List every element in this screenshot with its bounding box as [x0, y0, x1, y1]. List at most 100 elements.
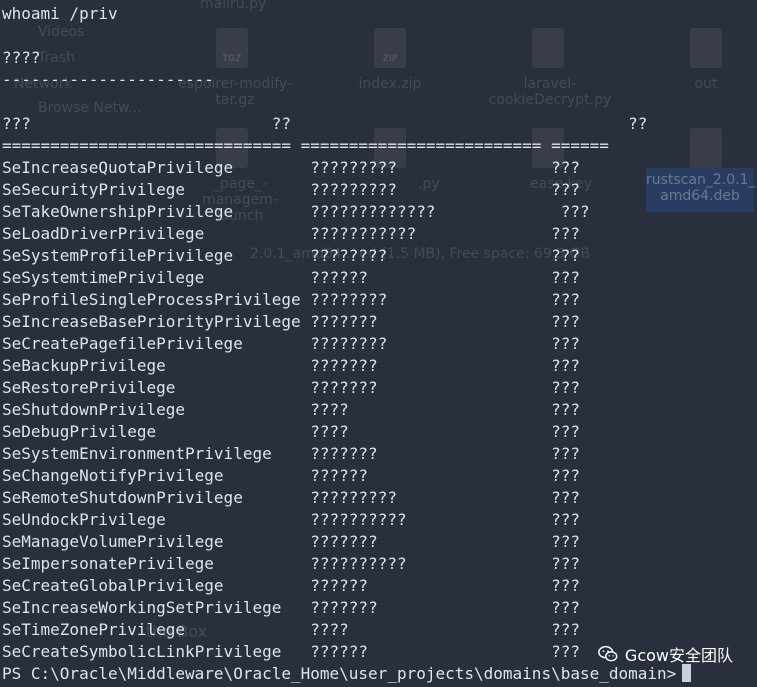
- privilege-state: ???: [551, 268, 580, 287]
- privilege-description: ???????: [310, 378, 378, 397]
- privilege-name: SeIncreaseQuotaPrivilege: [2, 158, 234, 177]
- privilege-state: ???: [551, 312, 580, 331]
- terminal-output[interactable]: whoami /priv ???? ----------------------…: [2, 0, 757, 687]
- privilege-description: ????????: [310, 246, 388, 265]
- prompt-line[interactable]: PS C:\Oracle\Middleware\Oracle_Home\user…: [2, 663, 692, 685]
- column-gap: [301, 312, 311, 331]
- privilege-row: SeTakeOwnershipPrivilege ????????????? ?…: [2, 201, 590, 223]
- privilege-row: SeRestorePrivilege ??????? ???: [2, 377, 580, 399]
- column-gap: [435, 202, 560, 221]
- column-gap: [185, 400, 310, 419]
- watermark: Gcow安全团队: [597, 642, 733, 666]
- column-gap: [185, 620, 310, 639]
- privilege-row: SeSecurityPrivilege ????????? ???: [2, 179, 580, 201]
- command-line: whoami /priv: [2, 4, 118, 23]
- privilege-name: SeDebugPrivilege: [2, 422, 157, 441]
- privilege-row: SeSystemEnvironmentPrivilege ??????? ???: [2, 443, 580, 465]
- privilege-row: SeShutdownPrivilege ???? ???: [2, 399, 580, 421]
- privilege-description: ??????: [310, 576, 369, 595]
- privilege-description: ??????????: [310, 554, 407, 573]
- column-gap: [349, 422, 551, 441]
- privilege-state: ???: [551, 620, 580, 639]
- column-gap: [416, 224, 551, 243]
- privilege-name: SeManageVolumePrivilege: [2, 532, 224, 551]
- privilege-name: SeRemoteShutdownPrivilege: [2, 488, 243, 507]
- privilege-description: ????: [310, 620, 349, 639]
- prompt-text: PS C:\Oracle\Middleware\Oracle_Home\user…: [2, 664, 677, 683]
- privilege-state: ???: [551, 598, 580, 617]
- privilege-state: ???: [551, 554, 580, 573]
- privilege-description: ???????????: [310, 224, 417, 243]
- privilege-row: SeLoadDriverPrivilege ??????????? ???: [2, 223, 580, 245]
- column-gap: [233, 246, 310, 265]
- column-gap: [166, 356, 311, 375]
- privilege-row: SeUndockPrivilege ?????????? ???: [2, 509, 580, 531]
- text-cursor: [682, 664, 692, 682]
- privilege-row: SeManageVolumePrivilege ??????? ???: [2, 531, 580, 553]
- watermark-text: Gcow安全团队: [624, 646, 733, 665]
- privilege-row: SeCreateGlobalPrivilege ?????? ???: [2, 575, 580, 597]
- privilege-row: SeDebugPrivilege ???? ???: [2, 421, 580, 443]
- privilege-row: SeSystemtimePrivilege ?????? ???: [2, 267, 580, 289]
- privilege-description: ?????????: [310, 488, 397, 507]
- privilege-name: SeLoadDriverPrivilege: [2, 224, 205, 243]
- table-separator: ============================== =========…: [2, 136, 609, 155]
- privilege-state: ???: [551, 642, 580, 661]
- column-gap: [368, 268, 551, 287]
- privilege-row: SeProfileSingleProcessPrivilege ????????…: [2, 289, 580, 311]
- column-gap: [368, 576, 551, 595]
- privilege-description: ???????: [310, 598, 378, 617]
- privilege-name: SeChangeNotifyPrivilege: [2, 466, 224, 485]
- privilege-state: ???: [551, 290, 580, 309]
- column-gap: [233, 158, 310, 177]
- privilege-name: SeImpersonatePrivilege: [2, 554, 214, 573]
- column-gap: [397, 158, 551, 177]
- privilege-row: SeTimeZonePrivilege ???? ???: [2, 619, 580, 641]
- column-gap: [378, 598, 551, 617]
- privilege-name: SeBackupPrivilege: [2, 356, 166, 375]
- privilege-state: ???: [551, 246, 580, 265]
- privilege-row: SeIncreaseBasePriorityPrivilege ??????? …: [2, 311, 580, 333]
- privilege-description: ??????: [310, 466, 369, 485]
- column-gap: [224, 532, 311, 551]
- column-gap: [378, 444, 551, 463]
- privilege-name: SeTakeOwnershipPrivilege: [2, 202, 234, 221]
- column-gap: [243, 488, 310, 507]
- column-gap: [214, 554, 310, 573]
- privilege-state: ???: [551, 488, 580, 507]
- privilege-description: ????: [310, 422, 349, 441]
- privilege-state: ???: [551, 422, 580, 441]
- privilege-row: SeIncreaseQuotaPrivilege ????????? ???: [2, 157, 580, 179]
- table-header: ??? ?? ??: [2, 114, 648, 133]
- privilege-description: ???????: [310, 356, 378, 375]
- privilege-name: SeTimeZonePrivilege: [2, 620, 186, 639]
- privilege-name: SeCreateSymbolicLinkPrivilege: [2, 642, 282, 661]
- column-gap: [368, 642, 551, 661]
- privilege-state: ???: [551, 356, 580, 375]
- privilege-description: ?????????: [310, 158, 397, 177]
- column-gap: [185, 180, 310, 199]
- privilege-row: SeRemoteShutdownPrivilege ????????? ???: [2, 487, 580, 509]
- column-gap: [301, 290, 311, 309]
- column-gap: [204, 268, 310, 287]
- privilege-row: SeBackupPrivilege ??????? ???: [2, 355, 580, 377]
- column-gap: [233, 202, 310, 221]
- privilege-row: SeIncreaseWorkingSetPrivilege ??????? ??…: [2, 597, 580, 619]
- privilege-name: SeUndockPrivilege: [2, 510, 166, 529]
- privilege-name: SeIncreaseBasePriorityPrivilege: [2, 312, 301, 331]
- privilege-name: SeSystemEnvironmentPrivilege: [2, 444, 272, 463]
- privilege-name: SeCreateGlobalPrivilege: [2, 576, 224, 595]
- privilege-description: ????????: [310, 334, 388, 353]
- privilege-state: ???: [551, 334, 580, 353]
- privilege-name: SeProfileSingleProcessPrivilege: [2, 290, 301, 309]
- column-gap: [281, 598, 310, 617]
- column-gap: [378, 532, 551, 551]
- privilege-name: SeShutdownPrivilege: [2, 400, 186, 419]
- column-gap: [378, 312, 551, 331]
- column-gap: [281, 642, 310, 661]
- privilege-name: SeSecurityPrivilege: [2, 180, 186, 199]
- column-gap: [407, 554, 552, 573]
- privilege-description: ???????: [310, 444, 378, 463]
- privilege-state: ???: [551, 466, 580, 485]
- privilege-state: ???: [551, 532, 580, 551]
